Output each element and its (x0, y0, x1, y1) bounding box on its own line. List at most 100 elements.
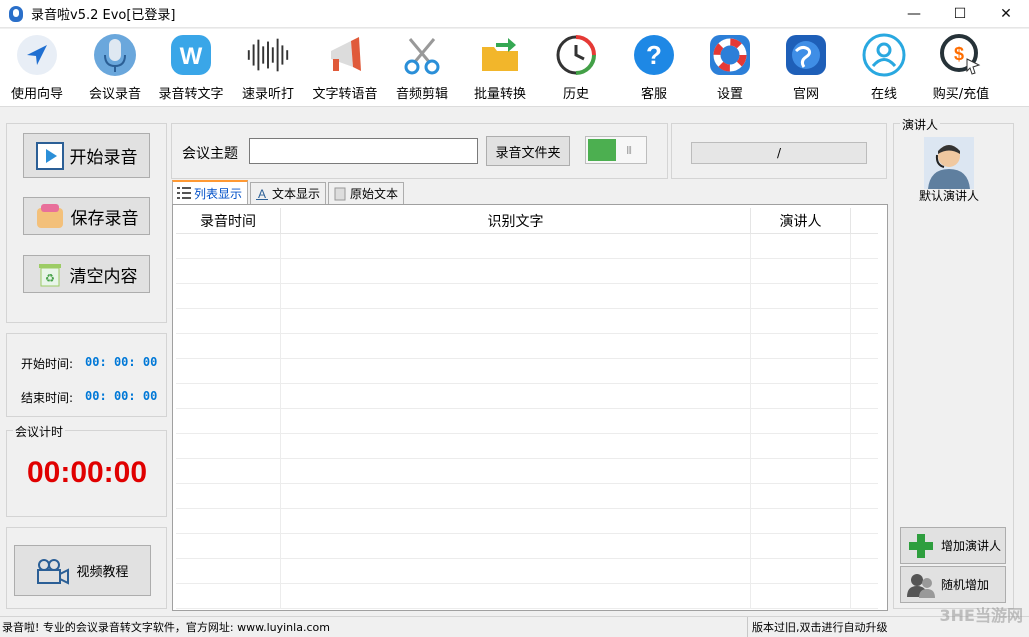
bag-icon (35, 202, 65, 230)
table-row[interactable] (176, 484, 878, 509)
toolbar-batch-convert[interactable]: 批量转换 (470, 31, 530, 105)
minimize-button[interactable]: — (891, 0, 937, 28)
table-row[interactable] (176, 309, 878, 334)
table-cell (281, 384, 751, 408)
table-row[interactable] (176, 259, 878, 284)
table-cell (851, 409, 878, 433)
mode-toggle[interactable]: ||| (585, 136, 647, 164)
time-info-panel: 开始时间: 00: 00: 00 结束时间: 00: 00: 00 (6, 333, 167, 417)
maximize-button[interactable]: ☐ (937, 0, 983, 28)
toolbar-website[interactable]: 官网 (780, 31, 832, 105)
table-grid: 录音时间 识别文字 演讲人 (176, 208, 878, 609)
text-a-icon: A (255, 187, 269, 201)
column-speaker[interactable]: 演讲人 (751, 208, 851, 233)
random-add-button[interactable]: 随机增加 (900, 566, 1006, 603)
svg-text:♻: ♻ (45, 272, 55, 285)
title-bar: 录音啦v5.2 Evo[已登录] — ☐ ✕ (0, 0, 1029, 28)
table-cell (281, 534, 751, 558)
table-row[interactable] (176, 234, 878, 259)
close-button[interactable]: ✕ (983, 0, 1029, 28)
table-cell (751, 559, 851, 583)
column-recognized-text[interactable]: 识别文字 (281, 208, 751, 233)
toolbar-history[interactable]: 历史 (550, 31, 602, 105)
table-cell (281, 459, 751, 483)
table-cell (851, 484, 878, 508)
clear-content-button[interactable]: ♻ 清空内容 (23, 255, 150, 293)
app-logo-icon (9, 5, 23, 22)
table-cell (281, 234, 751, 258)
table-cell (176, 459, 281, 483)
table-cell (281, 409, 751, 433)
end-time-value: 00: 00: 00 (85, 389, 158, 403)
video-camera-icon (36, 557, 70, 585)
table-row[interactable] (176, 284, 878, 309)
plus-icon (905, 531, 937, 561)
default-speaker-label[interactable]: 默认演讲人 (894, 187, 1004, 204)
record-folder-button[interactable]: 录音文件夹 (486, 136, 570, 166)
toolbar-guide[interactable]: 使用向导 (8, 31, 66, 105)
window-title: 录音啦v5.2 Evo[已登录] (31, 8, 176, 23)
topic-input[interactable] (249, 138, 478, 164)
toolbar-online[interactable]: 在线 (858, 31, 910, 105)
toggle-grip-icon: ||| (626, 145, 632, 154)
table-row[interactable] (176, 334, 878, 359)
table-cell (851, 234, 878, 258)
clock-history-icon (552, 31, 600, 79)
toolbar-audio-to-text[interactable]: W 录音转文字 (156, 31, 226, 105)
table-cell (751, 534, 851, 558)
toolbar-text-to-speech[interactable]: 文字转语音 (309, 31, 381, 105)
microphone-icon (91, 31, 139, 79)
svg-text:W: W (180, 43, 203, 70)
recognition-table[interactable]: 录音时间 识别文字 演讲人 (172, 204, 888, 611)
table-cell (851, 509, 878, 533)
table-cell (281, 484, 751, 508)
table-cell (851, 534, 878, 558)
column-record-time[interactable]: 录音时间 (176, 208, 281, 233)
speaker-avatar-icon[interactable] (924, 137, 974, 189)
status-info: 录音啦! 专业的会议录音转文字软件，官方网址: www.luyinla.com (0, 616, 748, 637)
table-row[interactable] (176, 534, 878, 559)
start-time-row: 开始时间: 00: 00: 00 (21, 355, 158, 371)
table-row[interactable] (176, 459, 878, 484)
table-cell (281, 509, 751, 533)
table-row[interactable] (176, 409, 878, 434)
table-cell (751, 459, 851, 483)
users-icon (905, 570, 937, 600)
video-tutorial-button[interactable]: 视频教程 (14, 545, 151, 596)
scissors-icon (398, 31, 446, 79)
tab-list-view[interactable]: 列表显示 (172, 180, 249, 204)
main-toolbar: 使用向导 会议录音 W 录音转文字 速录听打 文字转语音 音频剪辑 批量转换 历… (0, 29, 1029, 107)
table-cell (851, 384, 878, 408)
table-header: 录音时间 识别文字 演讲人 (176, 208, 878, 234)
video-tutorial-panel: 视频教程 (6, 527, 167, 609)
table-row[interactable] (176, 434, 878, 459)
topic-panel: 会议主题 录音文件夹 ||| (171, 123, 668, 179)
toolbar-audio-edit[interactable]: 音频剪辑 (392, 31, 452, 105)
save-record-button[interactable]: 保存录音 (23, 197, 150, 235)
toolbar-meeting-record[interactable]: 会议录音 (86, 31, 144, 105)
toolbar-speed-typing[interactable]: 速录听打 (238, 31, 298, 105)
table-row[interactable] (176, 384, 878, 409)
upgrade-notice[interactable]: 版本过旧,双击进行自动升级 (748, 617, 888, 637)
table-row[interactable] (176, 584, 878, 609)
add-speaker-button[interactable]: 增加演讲人 (900, 527, 1006, 564)
table-row[interactable] (176, 509, 878, 534)
toolbar-customer-service[interactable]: ? 客服 (628, 31, 680, 105)
table-row[interactable] (176, 559, 878, 584)
tab-text-view[interactable]: A 文本显示 (250, 182, 327, 204)
table-cell (176, 309, 281, 333)
table-cell (851, 459, 878, 483)
table-cell (751, 334, 851, 358)
table-cell (281, 359, 751, 383)
table-row[interactable] (176, 359, 878, 384)
toolbar-purchase[interactable]: $ 购买/充值 (928, 31, 994, 105)
table-cell (176, 534, 281, 558)
tab-raw-text[interactable]: 原始文本 (328, 182, 405, 204)
megaphone-icon (321, 31, 369, 79)
svg-text:?: ? (646, 40, 662, 70)
svg-text:A: A (258, 187, 266, 201)
toolbar-settings[interactable]: 设置 (704, 31, 756, 105)
table-cell (176, 409, 281, 433)
start-record-button[interactable]: 开始录音 (23, 133, 150, 178)
column-extra (851, 208, 878, 233)
